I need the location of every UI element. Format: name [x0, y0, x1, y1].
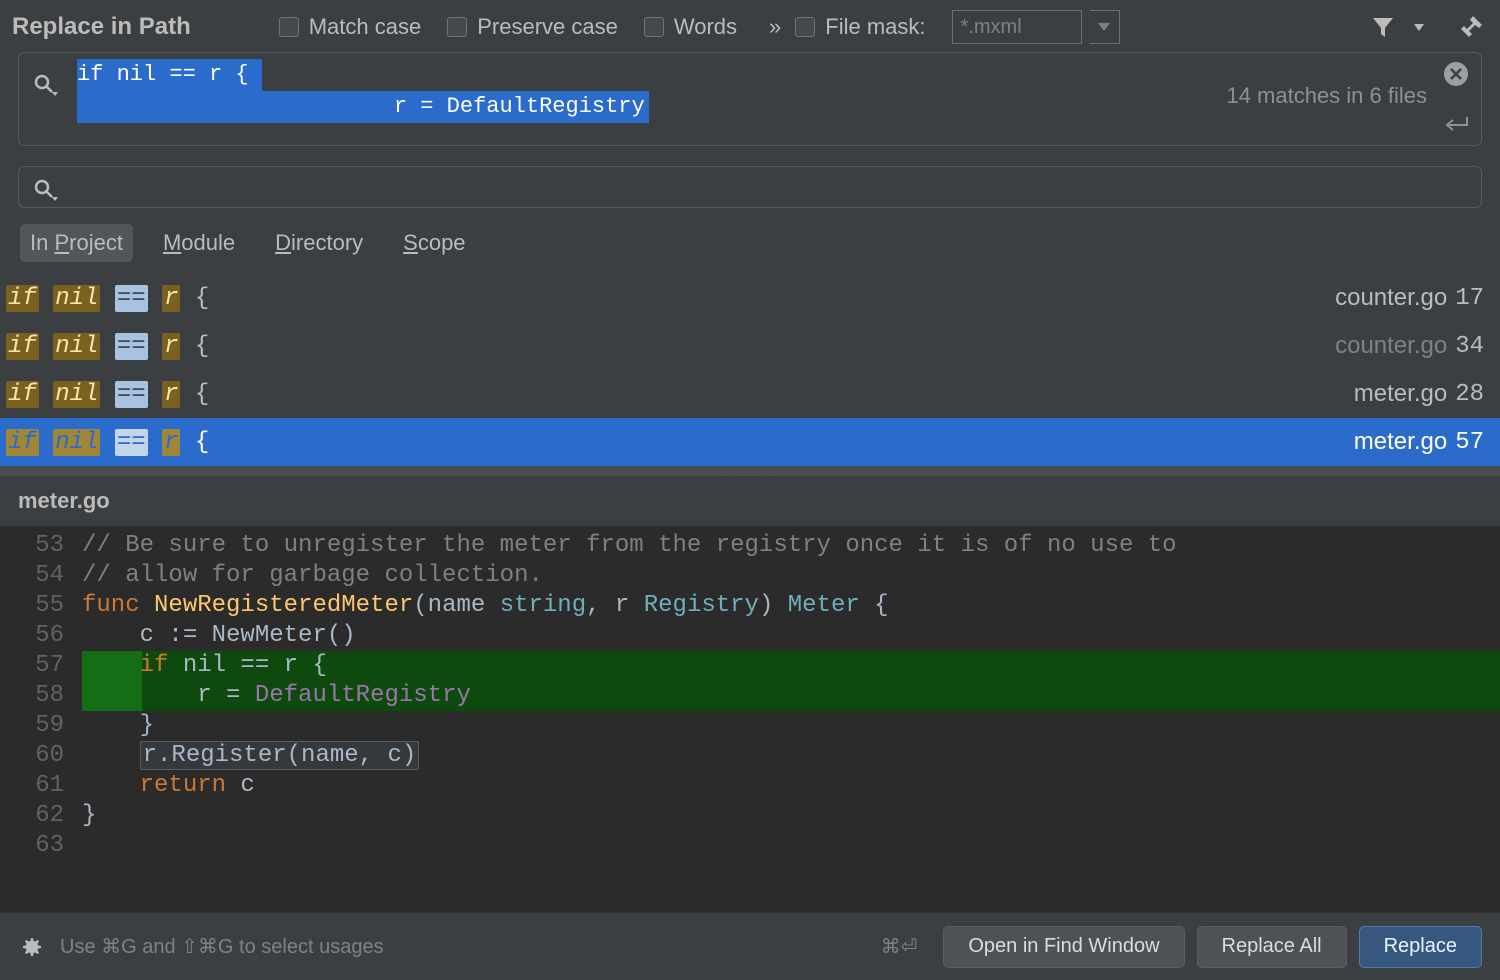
preserve-case-label: Preserve case [477, 14, 618, 40]
match-case-label: Match case [309, 14, 422, 40]
pin-icon[interactable] [1454, 10, 1488, 44]
result-row[interactable]: if nil == r { meter.go57 [0, 418, 1500, 466]
enter-hint-icon [1443, 113, 1469, 139]
resize-handle[interactable]: . . . . . [0, 466, 1500, 476]
result-row[interactable]: if nil == r { counter.go34 [0, 322, 1500, 370]
tab-directory[interactable]: Directory [265, 224, 373, 262]
preview-pane: meter.go 53 54 55 56 57 58 59 60 61 62 6… [0, 476, 1500, 912]
clear-search-icon[interactable] [1443, 61, 1469, 87]
footer-bar: Use ⌘G and ⇧⌘G to select usages ⌘⏎ Open … [0, 912, 1500, 980]
tab-module[interactable]: Module [153, 224, 245, 262]
more-options-icon[interactable]: » [769, 14, 781, 40]
footer-hint: Use ⌘G and ⇧⌘G to select usages [60, 934, 384, 959]
replace-all-button[interactable]: Replace All [1197, 926, 1347, 968]
file-mask-value: *.mxml [961, 16, 1022, 39]
dialog-title: Replace in Path [12, 13, 191, 41]
file-mask-dropdown[interactable] [1090, 10, 1120, 44]
checkbox-icon [279, 17, 299, 37]
checkbox-icon [795, 17, 815, 37]
shortcut-hint: ⌘⏎ [881, 934, 918, 959]
tab-scope[interactable]: Scope [393, 224, 475, 262]
result-row[interactable]: if nil == r { meter.go28 [0, 370, 1500, 418]
tab-in-project[interactable]: In Project [20, 224, 133, 262]
gutter: 53 54 55 56 57 58 59 60 61 62 63 [0, 527, 82, 912]
words-checkbox[interactable]: Words [644, 14, 737, 40]
gear-icon[interactable] [18, 934, 44, 960]
file-mask-input[interactable]: *.mxml [952, 10, 1082, 44]
file-mask-checkbox[interactable]: File mask: [795, 14, 925, 40]
match-case-checkbox[interactable]: Match case [279, 14, 422, 40]
code-body: // Be sure to unregister the meter from … [82, 527, 1500, 912]
filter-icon[interactable] [1366, 10, 1400, 44]
top-toolbar: Replace in Path Match case Preserve case… [0, 0, 1500, 52]
checkbox-icon [447, 17, 467, 37]
code-editor[interactable]: 53 54 55 56 57 58 59 60 61 62 63 // Be s… [0, 527, 1500, 912]
replace-input[interactable] [18, 166, 1482, 208]
match-count: 14 matches in 6 files [1226, 83, 1427, 109]
checkbox-icon [644, 17, 664, 37]
result-row[interactable]: if nil == r { counter.go17 [0, 274, 1500, 322]
open-in-find-window-button[interactable]: Open in Find Window [943, 926, 1184, 968]
scope-tabs: In Project Module Directory Scope [0, 208, 1500, 274]
filter-dropdown-icon[interactable] [1402, 10, 1436, 44]
replace-button[interactable]: Replace [1359, 926, 1482, 968]
result-list: if nil == r { counter.go17 if nil == r {… [0, 274, 1500, 466]
words-label: Words [674, 14, 737, 40]
file-mask-label: File mask: [825, 14, 925, 40]
preserve-case-checkbox[interactable]: Preserve case [447, 14, 618, 40]
search-input[interactable]: if nil == r { r = DefaultRegistry 14 mat… [18, 52, 1482, 146]
replace-history-icon[interactable] [29, 170, 63, 210]
search-history-icon[interactable] [29, 65, 63, 105]
search-query-text: if nil == r { r = DefaultRegistry [77, 59, 649, 123]
preview-filename: meter.go [0, 476, 1500, 527]
